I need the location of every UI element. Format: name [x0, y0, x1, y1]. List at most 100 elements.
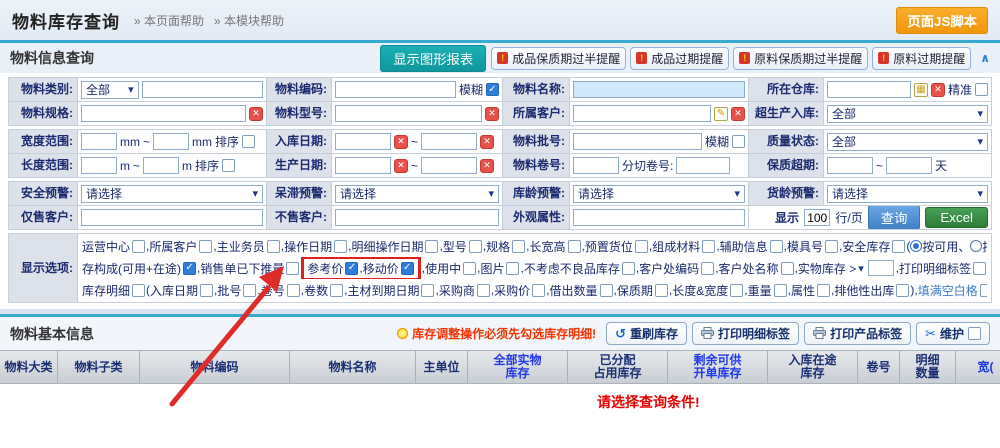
- warehouse-input[interactable]: [827, 81, 911, 98]
- query-button[interactable]: 查询: [868, 206, 921, 229]
- collapse-panel-icon[interactable]: ∧: [980, 51, 990, 65]
- production-date-from-clear-icon[interactable]: [394, 159, 408, 173]
- checkbox[interactable]: [287, 284, 300, 297]
- length-min-input[interactable]: [81, 157, 117, 174]
- checkbox[interactable]: [345, 262, 358, 275]
- checkbox[interactable]: [973, 262, 986, 275]
- stock-threshold-input[interactable]: [868, 260, 894, 276]
- checkbox[interactable]: [896, 284, 909, 297]
- page-size-input[interactable]: [804, 209, 830, 226]
- checkbox[interactable]: [770, 240, 783, 253]
- checkbox[interactable]: [132, 240, 145, 253]
- checkbox[interactable]: [330, 284, 343, 297]
- material-spec-clear-icon[interactable]: [249, 107, 263, 121]
- length-sort-checkbox[interactable]: [222, 159, 235, 172]
- safety-warning-select[interactable]: 请选择: [81, 185, 263, 203]
- radio-button[interactable]: [970, 240, 982, 252]
- checkbox[interactable]: [702, 240, 715, 253]
- checkbox[interactable]: [817, 284, 830, 297]
- checkbox[interactable]: [425, 240, 438, 253]
- help-link[interactable]: » 本页面帮助: [134, 14, 204, 28]
- checkbox[interactable]: [774, 284, 787, 297]
- alert-button[interactable]: 原料过期提醒: [872, 47, 971, 70]
- maintain-button[interactable]: ✂维护: [916, 322, 990, 345]
- checkbox[interactable]: [469, 240, 482, 253]
- material-category-input[interactable]: [142, 81, 263, 98]
- alert-button[interactable]: 原料保质期过半提醒: [733, 47, 868, 70]
- material-name-input[interactable]: [573, 81, 745, 98]
- checkbox[interactable]: [655, 284, 668, 297]
- refresh-stock-button[interactable]: ↺重刷库存: [606, 322, 687, 345]
- material-batch-input[interactable]: [573, 133, 702, 150]
- checkbox[interactable]: [463, 262, 476, 275]
- length-max-input[interactable]: [143, 157, 179, 174]
- excel-button[interactable]: Excel: [925, 207, 988, 228]
- quality-status-select[interactable]: 全部: [827, 133, 988, 151]
- checkbox[interactable]: [334, 240, 347, 253]
- checkbox[interactable]: [600, 284, 613, 297]
- stagnant-warning-select[interactable]: 请选择: [335, 185, 499, 203]
- checkbox[interactable]: [635, 240, 648, 253]
- checkbox[interactable]: [532, 284, 545, 297]
- warehouse-picker-icon[interactable]: [914, 83, 928, 97]
- checkbox[interactable]: [980, 284, 987, 297]
- shelf-overdue-min-input[interactable]: [827, 157, 873, 174]
- owner-customer-clear-icon[interactable]: [731, 107, 745, 121]
- width-min-input[interactable]: [81, 133, 117, 150]
- checkbox[interactable]: [243, 284, 256, 297]
- material-spec-input[interactable]: [81, 105, 246, 122]
- fill-blank-link[interactable]: 填满空白格: [918, 282, 978, 299]
- checkbox[interactable]: [132, 284, 145, 297]
- appearance-input[interactable]: [573, 209, 745, 226]
- material-model-input[interactable]: [335, 105, 482, 122]
- warehouse-clear-icon[interactable]: [931, 83, 945, 97]
- slit-roll-input[interactable]: [676, 157, 730, 174]
- checkbox[interactable]: [477, 284, 490, 297]
- owner-customer-edit-icon[interactable]: [714, 107, 728, 121]
- only-sell-input[interactable]: [81, 209, 263, 226]
- alert-button[interactable]: 成品保质期过半提醒: [491, 47, 626, 70]
- checkbox[interactable]: [401, 262, 414, 275]
- stock-age-warning-select[interactable]: 请选择: [573, 185, 745, 203]
- material-category-select[interactable]: 全部: [81, 81, 139, 99]
- checkbox[interactable]: [701, 262, 714, 275]
- inbound-date-to-clear-icon[interactable]: [480, 135, 494, 149]
- checkbox[interactable]: [506, 262, 519, 275]
- material-code-input[interactable]: [335, 81, 456, 98]
- print-detail-label-button[interactable]: 打印明细标签: [692, 322, 799, 345]
- checkbox[interactable]: [512, 240, 525, 253]
- checkbox[interactable]: [730, 284, 743, 297]
- checkbox[interactable]: [183, 262, 196, 275]
- radio-button[interactable]: [910, 240, 922, 252]
- warehouse-precise-checkbox[interactable]: [975, 83, 988, 96]
- print-product-label-button[interactable]: 打印产品标签: [804, 322, 911, 345]
- width-sort-checkbox[interactable]: [242, 135, 255, 148]
- chevron-down-icon[interactable]: ▾: [858, 262, 864, 275]
- checkbox[interactable]: [568, 240, 581, 253]
- checkbox[interactable]: [825, 240, 838, 253]
- checkbox[interactable]: [622, 262, 635, 275]
- width-max-input[interactable]: [153, 133, 189, 150]
- page-js-script-button[interactable]: 页面JS脚本: [896, 7, 988, 34]
- material-code-fuzzy-checkbox[interactable]: [486, 83, 499, 96]
- help-link[interactable]: » 本模块帮助: [214, 14, 284, 28]
- shelf-overdue-max-input[interactable]: [886, 157, 932, 174]
- production-date-to-clear-icon[interactable]: [480, 159, 494, 173]
- alert-button[interactable]: 成品过期提醒: [630, 47, 729, 70]
- production-date-from-input[interactable]: [335, 157, 391, 174]
- checkbox[interactable]: [892, 240, 905, 253]
- checkbox[interactable]: [781, 262, 794, 275]
- inbound-date-from-clear-icon[interactable]: [394, 135, 408, 149]
- checkbox[interactable]: [267, 240, 280, 253]
- checkbox[interactable]: [200, 284, 213, 297]
- inbound-date-from-input[interactable]: [335, 133, 391, 150]
- material-roll-input[interactable]: [573, 157, 619, 174]
- checkbox[interactable]: [421, 284, 434, 297]
- over-production-select[interactable]: 全部: [827, 105, 988, 123]
- production-date-to-input[interactable]: [421, 157, 477, 174]
- checkbox[interactable]: [968, 327, 981, 340]
- owner-customer-input[interactable]: [573, 105, 711, 122]
- checkbox[interactable]: [286, 262, 299, 275]
- material-model-clear-icon[interactable]: [485, 107, 499, 121]
- checkbox[interactable]: [199, 240, 212, 253]
